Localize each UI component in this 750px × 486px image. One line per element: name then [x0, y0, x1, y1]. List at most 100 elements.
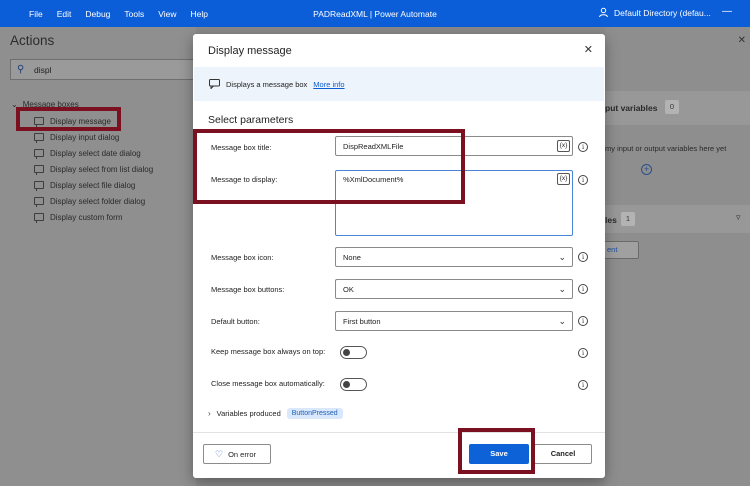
group-message-boxes[interactable]: ⌄ Message boxes	[11, 100, 79, 109]
action-label: Display select file dialog	[50, 180, 136, 190]
close-automatically-label: Close message box automatically:	[211, 379, 325, 388]
message-icon	[34, 117, 44, 127]
info-text: Displays a message box	[226, 79, 308, 89]
action-label: Display custom form	[50, 212, 123, 222]
message-icon	[34, 149, 44, 159]
display-message-dialog: Display message ✕ Displays a message box…	[193, 34, 605, 478]
menu-edit[interactable]: Edit	[50, 9, 79, 19]
chevron-down-icon: ⌄	[558, 252, 566, 262]
save-button[interactable]: Save	[469, 444, 529, 464]
info-icon[interactable]: i	[578, 316, 588, 326]
variable-chip[interactable]: ent	[605, 241, 639, 259]
chevron-right-icon: ›	[208, 409, 211, 418]
cancel-button[interactable]: Cancel	[534, 444, 592, 464]
menu-debug[interactable]: Debug	[78, 9, 117, 19]
directory-name: Default Directory (defau...	[614, 7, 711, 18]
directory-icon	[599, 7, 608, 18]
message-to-display-label: Message to display:	[211, 175, 278, 184]
more-info-link[interactable]: More info	[313, 80, 344, 89]
default-button-select[interactable]: First button ⌄	[335, 311, 573, 331]
chevron-down-icon: ⌄	[558, 316, 566, 326]
variable-icon[interactable]: {x}	[557, 140, 570, 152]
action-label: Display select date dialog	[50, 148, 141, 158]
action-label: Display select folder dialog	[50, 196, 146, 206]
dialog-title: Display message	[208, 45, 292, 57]
message-to-display-value: %XmlDocument%	[343, 175, 404, 184]
always-on-top-toggle[interactable]	[340, 346, 367, 359]
on-error-label: On error	[228, 449, 257, 459]
action-label: Display select from list dialog	[50, 164, 154, 174]
variable-icon[interactable]: {x}	[557, 173, 570, 185]
section-title: Select parameters	[208, 114, 294, 126]
actions-search-input[interactable]	[34, 64, 184, 75]
action-display-select-date-dialog[interactable]: Display select date dialog	[34, 146, 141, 160]
default-button-label: Default button:	[211, 317, 260, 326]
message-to-display-input[interactable]: %XmlDocument% {x}	[335, 170, 573, 236]
message-icon	[34, 197, 44, 207]
info-icon[interactable]: i	[578, 252, 588, 262]
info-icon[interactable]: i	[578, 284, 588, 294]
chevron-down-icon: ⌄	[558, 284, 566, 294]
action-label: Display input dialog	[50, 132, 120, 142]
add-icon[interactable]: +	[641, 164, 652, 175]
flow-variables-header[interactable]: les 1 ▿	[605, 205, 750, 233]
minimize-icon[interactable]: —	[722, 6, 732, 17]
message-box-icon-value: None	[343, 252, 361, 262]
menu-file[interactable]: File	[22, 9, 50, 19]
shield-icon: ♡	[215, 448, 224, 459]
variables-produced-label: Variables produced	[216, 409, 281, 418]
action-display-custom-form[interactable]: Display custom form	[34, 210, 122, 224]
action-display-select-file-dialog[interactable]: Display select file dialog	[34, 178, 135, 192]
variables-produced[interactable]: › Variables produced ButtonPressed	[208, 408, 343, 419]
action-label: Display message	[50, 116, 111, 126]
output-variables-label: put variables	[605, 103, 658, 113]
message-box-title-input[interactable]: DispReadXMLFile {x}	[335, 136, 573, 156]
group-label: Message boxes	[22, 100, 79, 109]
message-box-icon-select[interactable]: None ⌄	[335, 247, 573, 267]
filter-icon[interactable]: ▿	[736, 212, 741, 223]
action-display-select-from-list-dialog[interactable]: Display select from list dialog	[34, 162, 153, 176]
message-icon	[34, 165, 44, 175]
always-on-top-label: Keep message box always on top:	[211, 347, 326, 356]
message-box-title-value: DispReadXMLFile	[343, 141, 404, 151]
action-display-input-dialog[interactable]: Display input dialog	[34, 130, 119, 144]
message-box-buttons-select[interactable]: OK ⌄	[335, 279, 573, 299]
output-variables-header[interactable]: put variables 0	[605, 91, 750, 125]
output-hint-text: my input or output variables here yet	[605, 144, 727, 153]
message-icon	[34, 213, 44, 223]
message-box-buttons-value: OK	[343, 284, 354, 294]
action-display-select-folder-dialog[interactable]: Display select folder dialog	[34, 194, 145, 208]
info-icon[interactable]: i	[578, 380, 588, 390]
actions-panel: Actions ⚲ ⌄ Message boxes Display messag…	[0, 27, 196, 486]
info-icon[interactable]: i	[578, 142, 588, 152]
message-icon	[34, 133, 44, 143]
default-button-value: First button	[343, 316, 381, 326]
search-icon: ⚲	[17, 64, 25, 75]
flow-count-badge: 1	[621, 212, 635, 226]
actions-search[interactable]: ⚲	[10, 59, 196, 80]
actions-title: Actions	[10, 33, 55, 48]
info-icon[interactable]: i	[578, 175, 588, 185]
menu-bar: File Edit Debug Tools View Help	[22, 9, 215, 19]
message-box-title-label: Message box title:	[211, 143, 272, 152]
action-display-message[interactable]: Display message	[34, 114, 111, 128]
menu-view[interactable]: View	[151, 9, 183, 19]
close-icon[interactable]: ✕	[584, 43, 593, 56]
chevron-down-icon: ⌄	[11, 100, 18, 109]
info-icon[interactable]: i	[578, 348, 588, 358]
menu-help[interactable]: Help	[184, 9, 215, 19]
directory-selector[interactable]: Default Directory (defau...	[598, 7, 711, 18]
message-box-icon-label: Message box icon:	[211, 253, 274, 262]
title-bar: File Edit Debug Tools View Help PADReadX…	[0, 0, 750, 27]
message-icon	[34, 181, 44, 191]
on-error-button[interactable]: ♡ On error	[203, 444, 271, 464]
close-automatically-toggle[interactable]	[340, 378, 367, 391]
info-bar: Displays a message box More info	[194, 67, 604, 101]
flow-variables-label: les	[605, 215, 617, 225]
variable-pill[interactable]: ButtonPressed	[286, 408, 343, 419]
footer-divider	[193, 432, 605, 433]
close-icon[interactable]: ✕	[738, 35, 746, 46]
message-box-buttons-label: Message box buttons:	[211, 285, 285, 294]
menu-tools[interactable]: Tools	[117, 9, 151, 19]
message-icon	[209, 79, 220, 89]
